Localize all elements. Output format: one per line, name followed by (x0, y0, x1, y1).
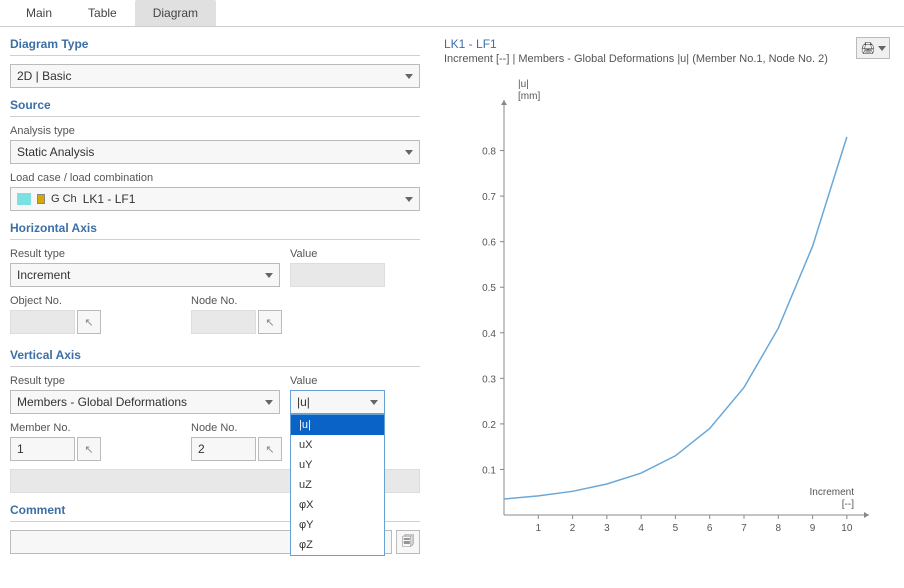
svg-text:0.3: 0.3 (482, 374, 496, 385)
svg-text:Increment: Increment (810, 487, 855, 498)
loadcase-prefix: G Ch (51, 193, 77, 205)
vaxis-value-select[interactable]: |u| |u| uX uY uZ φX φY φZ (290, 390, 385, 414)
svg-text:4: 4 (638, 523, 644, 534)
vaxis-value-dropdown: |u| uX uY uZ φX φY φZ (290, 414, 385, 556)
haxis-value-label: Value (290, 248, 385, 260)
svg-text:0.5: 0.5 (482, 283, 496, 294)
chevron-down-icon (405, 197, 413, 202)
svg-text:[mm]: [mm] (518, 91, 540, 102)
haxis-object-label: Object No. (10, 295, 101, 307)
chevron-down-icon (878, 46, 886, 51)
svg-text:0.8: 0.8 (482, 147, 496, 158)
loadcase-color-icon (17, 193, 31, 205)
svg-text:1: 1 (536, 523, 542, 534)
haxis-object-input (10, 310, 75, 334)
svg-text:10: 10 (841, 523, 853, 534)
svg-text:|u|: |u| (518, 79, 529, 90)
pick-object-button[interactable]: ↖ (77, 310, 101, 334)
picker-icon: ↖ (265, 316, 274, 329)
haxis-title: Horizontal Axis (10, 215, 420, 240)
svg-text:2: 2 (570, 523, 576, 534)
printer-icon: 🖨 (860, 41, 875, 55)
chart-subtitle: Increment [--] | Members - Global Deform… (444, 53, 890, 65)
dropdown-option-uy[interactable]: uY (291, 455, 384, 475)
svg-text:7: 7 (741, 523, 747, 534)
comment-library-button[interactable]: 🗐 (396, 530, 420, 554)
dropdown-option-phiy[interactable]: φY (291, 515, 384, 535)
haxis-value-input (290, 263, 385, 287)
vaxis-value-label: Value (290, 375, 385, 387)
dropdown-option-phiz[interactable]: φZ (291, 535, 384, 555)
svg-text:8: 8 (776, 523, 782, 534)
loadcase-label: Load case / load combination (10, 172, 420, 184)
diagram-type-title: Diagram Type (10, 31, 420, 56)
svg-text:0.7: 0.7 (482, 192, 496, 203)
chevron-down-icon (405, 150, 413, 155)
haxis-node-label: Node No. (191, 295, 282, 307)
library-icon: 🗐 (402, 532, 414, 553)
vaxis-result-value: Members - Global Deformations (17, 395, 187, 409)
tab-bar: Main Table Diagram (0, 0, 904, 27)
diagram-type-select[interactable]: 2D | Basic (10, 64, 420, 88)
chevron-down-icon (265, 400, 273, 405)
svg-text:5: 5 (673, 523, 679, 534)
haxis-node-input (191, 310, 256, 334)
svg-text:0.1: 0.1 (482, 465, 496, 476)
settings-panel: Diagram Type 2D | Basic Source Analysis … (0, 27, 430, 585)
tab-table[interactable]: Table (70, 0, 135, 26)
svg-text:[--]: [--] (842, 499, 854, 510)
svg-text:0.6: 0.6 (482, 238, 496, 249)
source-title: Source (10, 92, 420, 117)
diagram-type-value: 2D | Basic (17, 69, 71, 83)
analysis-type-value: Static Analysis (17, 145, 94, 159)
tab-diagram[interactable]: Diagram (135, 0, 216, 26)
chevron-down-icon (405, 74, 413, 79)
dropdown-option-phix[interactable]: φX (291, 495, 384, 515)
chart-area: 0.1 0.2 0.3 0.4 0.5 0.6 0.7 0.8 1 2 3 4 5 6 7 8 9 10 |u|[m… (444, 75, 890, 558)
svg-text:9: 9 (810, 523, 816, 534)
svg-text:0.4: 0.4 (482, 329, 496, 340)
chart-svg: 0.1 0.2 0.3 0.4 0.5 0.6 0.7 0.8 1 2 3 4 5 6 7 8 9 10 |u|[m… (444, 75, 884, 555)
haxis-result-label: Result type (10, 248, 280, 260)
pick-member-button[interactable]: ↖ (77, 437, 101, 461)
chart-panel: 🖨 LK1 - LF1 Increment [--] | Members - G… (430, 27, 904, 585)
vaxis-node-label: Node No. (191, 422, 282, 434)
svg-text:3: 3 (604, 523, 610, 534)
loadcase-select[interactable]: G Ch LK1 - LF1 (10, 187, 420, 211)
pick-vnode-button[interactable]: ↖ (258, 437, 282, 461)
vaxis-result-label: Result type (10, 375, 280, 387)
picker-icon: ↖ (84, 316, 93, 329)
svg-text:0.2: 0.2 (482, 420, 496, 431)
analysis-type-label: Analysis type (10, 125, 420, 137)
loadcase-badge-icon (37, 194, 45, 204)
svg-text:6: 6 (707, 523, 713, 534)
pick-node-button[interactable]: ↖ (258, 310, 282, 334)
vaxis-member-input[interactable]: 1 (10, 437, 75, 461)
analysis-type-select[interactable]: Static Analysis (10, 140, 420, 164)
dropdown-option-ux[interactable]: uX (291, 435, 384, 455)
vaxis-member-label: Member No. (10, 422, 101, 434)
chevron-down-icon (265, 273, 273, 278)
dropdown-option-u[interactable]: |u| (291, 415, 384, 435)
dropdown-option-uz[interactable]: uZ (291, 475, 384, 495)
vaxis-node-input[interactable]: 2 (191, 437, 256, 461)
tab-main[interactable]: Main (8, 0, 70, 26)
chevron-down-icon (370, 400, 378, 405)
haxis-result-value: Increment (17, 268, 70, 282)
vaxis-value-selected: |u| (297, 395, 310, 409)
vaxis-title: Vertical Axis (10, 342, 420, 367)
picker-icon: ↖ (84, 443, 93, 456)
loadcase-value: LK1 - LF1 (83, 192, 136, 206)
chart-title: LK1 - LF1 (444, 37, 890, 51)
picker-icon: ↖ (265, 443, 274, 456)
haxis-result-select[interactable]: Increment (10, 263, 280, 287)
print-button[interactable]: 🖨 (856, 37, 890, 59)
vaxis-result-select[interactable]: Members - Global Deformations (10, 390, 280, 414)
